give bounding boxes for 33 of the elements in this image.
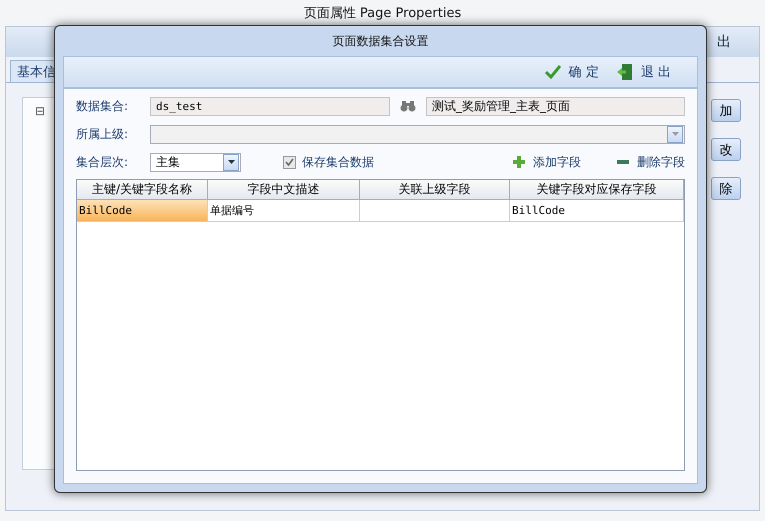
toolbar-button[interactable]: 出 (717, 33, 731, 51)
field-label: 所属上级: (76, 126, 130, 142)
field-label: 数据集合: (76, 98, 130, 114)
column-header[interactable]: 关联上级字段 (360, 180, 510, 200)
confirm-button[interactable]: 确 定 (540, 61, 603, 83)
level-dropdown[interactable]: 主集 (150, 152, 241, 172)
caret-icon (228, 160, 234, 164)
plus-icon (513, 156, 525, 168)
side-button[interactable]: 除 (711, 177, 741, 200)
dataset-field[interactable]: ds_test (150, 96, 390, 116)
add-field-button[interactable]: 添加字段 (513, 154, 581, 170)
description-field[interactable]: 测试_奖励管理_主表_页面 (426, 96, 685, 116)
column-header[interactable]: 关键字段对应保存字段 (510, 180, 684, 200)
minus-icon (617, 160, 629, 164)
remove-field-button[interactable]: 删除字段 (617, 154, 685, 170)
check-icon (544, 65, 561, 79)
exit-button[interactable]: 退 出 (612, 61, 675, 83)
binoculars-icon (400, 100, 416, 112)
table-cell: 单据编号 (208, 200, 360, 222)
column-header[interactable]: 字段中文描述 (208, 180, 360, 200)
side-button[interactable]: 加 (711, 99, 741, 122)
door-exit-icon (616, 63, 633, 81)
field-label: 集合层次: (76, 154, 130, 170)
dialog-title: 页面数据集合设置 (332, 32, 430, 50)
checkbox-label: 保存集合数据 (302, 154, 374, 170)
table-cell: BillCode (77, 200, 208, 222)
window-title: 页面属性 Page Properties (302, 5, 462, 23)
checkbox[interactable] (283, 156, 296, 168)
tree-toggle[interactable]: ⊟ (35, 104, 46, 118)
table-cell: BillCode (510, 200, 684, 222)
column-header[interactable]: 主键/关键字段名称 (77, 180, 208, 200)
side-button[interactable]: 改 (711, 138, 741, 161)
caret-icon (672, 132, 678, 136)
